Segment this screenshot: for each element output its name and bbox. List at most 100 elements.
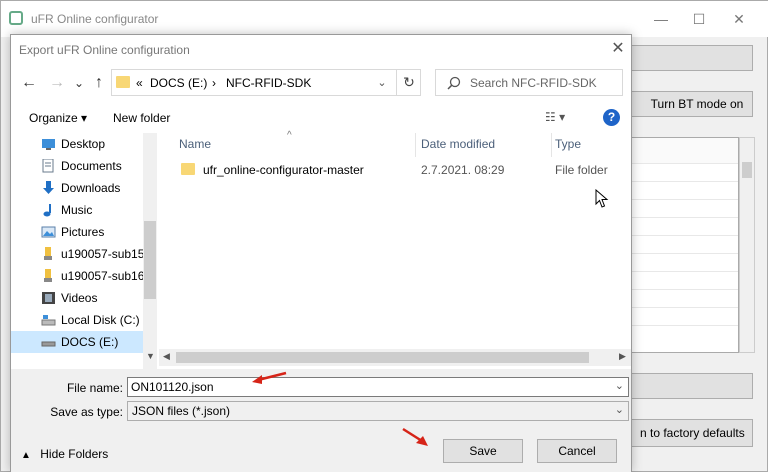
dialog-titlebar: Export uFR Online configuration ✕ (11, 35, 631, 63)
chevron-down-icon[interactable]: ⌄ (615, 379, 624, 392)
command-toolbar: Organize ▾ New folder ☷ ▾ ? (11, 103, 631, 133)
address-separator: › (212, 76, 216, 90)
new-folder-button[interactable]: New folder (113, 111, 170, 125)
minimize-icon[interactable]: — (651, 9, 671, 29)
nav-item-music[interactable]: Music (11, 199, 143, 221)
nav-item-docs-e[interactable]: DOCS (E:) (11, 331, 143, 353)
nav-item-label: Pictures (61, 225, 105, 239)
mouse-cursor-icon (595, 189, 609, 208)
scroll-right-icon[interactable]: ▶ (619, 351, 626, 362)
file-name-field[interactable]: ⌄ (127, 377, 629, 397)
search-input[interactable] (470, 71, 620, 94)
nav-item-label: Music (61, 203, 93, 217)
usb-drive-icon (44, 247, 52, 260)
bg-list-scrollbar[interactable] (739, 137, 755, 353)
help-icon[interactable]: ? (603, 109, 620, 126)
turn-bt-mode-button[interactable]: Turn BT mode on (631, 91, 753, 117)
nav-item-label: Videos (61, 291, 98, 305)
bg-top-button[interactable] (631, 45, 753, 71)
local-disk-icon (41, 315, 56, 326)
file-name-label: File name: (66, 381, 123, 395)
browser-body: Desktop Documents Downloads Music Pictur… (11, 130, 631, 369)
horizontal-scrollbar[interactable]: ◀ ▶ (159, 349, 631, 366)
save-as-type-label: Save as type: (50, 405, 123, 419)
scroll-left-icon[interactable]: ◀ (163, 351, 170, 362)
table-row[interactable]: ufr_online-configurator-master 2.7.2021.… (159, 159, 631, 181)
close-icon[interactable]: ✕ (729, 9, 749, 29)
nav-item-usb-sub16[interactable]: u190057-sub16 ( (11, 265, 143, 287)
address-segment-sdk[interactable]: NFC-RFID-SDK (226, 76, 311, 90)
app-icon (9, 11, 23, 25)
scroll-down-icon[interactable]: ▼ (146, 351, 155, 361)
dialog-close-icon[interactable]: ✕ (609, 40, 627, 58)
file-type: File folder (555, 163, 608, 177)
music-icon (43, 204, 51, 217)
back-arrow-icon[interactable]: ← (19, 73, 39, 93)
nav-pane-scrollbar[interactable] (143, 133, 157, 369)
nav-item-label: DOCS (E:) (61, 335, 119, 349)
recent-locations-icon[interactable]: ⌄ (69, 73, 89, 93)
hide-folders-toggle[interactable]: ▲ Hide Folders (21, 447, 108, 461)
scrollbar-thumb[interactable] (144, 221, 156, 299)
search-box[interactable] (435, 69, 623, 96)
file-name-input[interactable] (131, 379, 591, 395)
organize-menu[interactable]: Organize ▾ (29, 111, 87, 125)
up-arrow-icon[interactable]: ↑ (89, 73, 109, 93)
save-button[interactable]: Save (443, 439, 523, 463)
videos-icon (42, 292, 55, 304)
nav-item-label: Documents (61, 159, 122, 173)
dialog-title: Export uFR Online configuration (19, 43, 190, 57)
save-as-type-value: JSON files (*.json) (132, 404, 231, 418)
file-name: ufr_online-configurator-master (203, 163, 364, 177)
column-header-name[interactable]: Name (179, 133, 211, 159)
column-header-date-modified[interactable]: Date modified (421, 133, 495, 159)
forward-arrow-icon[interactable]: → (47, 73, 67, 93)
bg-bottom-button[interactable] (631, 373, 753, 399)
hide-folders-label: Hide Folders (40, 447, 109, 461)
nav-item-label: Downloads (61, 181, 121, 195)
nav-item-videos[interactable]: Videos (11, 287, 143, 309)
desktop-icon (42, 139, 55, 150)
folder-icon (181, 163, 195, 175)
chevron-down-icon[interactable]: ⌄ (615, 403, 624, 416)
view-options-icon[interactable]: ☷ ▾ (545, 110, 581, 126)
nav-item-label: u190057-sub16 ( (61, 269, 143, 283)
downloads-icon (43, 181, 54, 194)
refresh-icon[interactable]: ↻ (396, 70, 421, 95)
chevron-down-icon[interactable]: ⌄ (374, 74, 390, 92)
cancel-button[interactable]: Cancel (537, 439, 617, 463)
address-prefix: « (136, 76, 143, 90)
save-as-type-select[interactable]: JSON files (*.json) ⌄ (127, 401, 629, 421)
nav-item-usb-sub15[interactable]: u190057-sub15 ( (11, 243, 143, 265)
pictures-icon (41, 226, 56, 238)
nav-item-pictures[interactable]: Pictures (11, 221, 143, 243)
file-date: 2.7.2021. 08:29 (421, 163, 505, 177)
nav-item-local-disk[interactable]: Local Disk (C:) (11, 309, 143, 331)
chevron-up-icon: ▲ (21, 450, 31, 461)
address-segment-docs[interactable]: DOCS (E:) (150, 76, 207, 90)
file-list: ^ Name Date modified Type ufr_online-con… (159, 130, 631, 369)
documents-icon (42, 159, 54, 173)
maximize-icon[interactable]: ☐ (689, 9, 709, 29)
scrollbar-thumb[interactable] (176, 352, 589, 363)
nav-item-desktop[interactable]: Desktop (11, 133, 143, 155)
main-window-title: uFR Online configurator (31, 12, 159, 26)
annotation-arrow-file-name (252, 371, 287, 384)
navigation-bar: ← → ⌄ ↑ « DOCS (E:) › NFC-RFID-SDK ⌄ ↻ (11, 63, 631, 103)
nav-item-label: Local Disk (C:) (61, 313, 140, 327)
nav-item-downloads[interactable]: Downloads (11, 177, 143, 199)
nav-item-documents[interactable]: Documents (11, 155, 143, 177)
reset-factory-defaults-button[interactable]: n to factory defaults (631, 419, 753, 447)
main-titlebar: uFR Online configurator — ☐ ✕ (1, 1, 768, 37)
bg-list (631, 137, 739, 353)
save-options: File name: ⌄ Save as type: JSON files (*… (11, 369, 631, 472)
drive-icon (41, 341, 56, 347)
column-header-type[interactable]: Type (555, 133, 581, 159)
address-bar[interactable]: « DOCS (E:) › NFC-RFID-SDK ⌄ ↻ (111, 69, 421, 96)
usb-drive-icon (44, 269, 52, 282)
search-icon (447, 76, 461, 90)
navigation-pane: Desktop Documents Downloads Music Pictur… (11, 133, 159, 369)
sort-ascending-icon: ^ (287, 130, 292, 141)
folder-icon (116, 76, 130, 88)
nav-item-label: u190057-sub15 ( (61, 247, 143, 261)
